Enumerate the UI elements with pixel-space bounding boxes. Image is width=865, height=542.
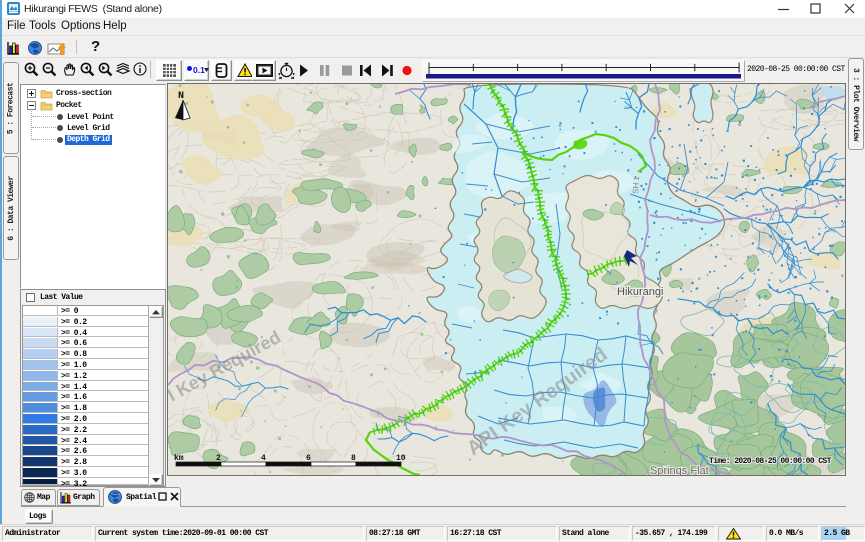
svg-text:SH 1: SH 1	[631, 175, 641, 194]
svg-text:2: 2	[216, 454, 221, 463]
svg-text:Hikurangi: Hikurangi	[617, 286, 663, 298]
svg-text:8: 8	[351, 454, 356, 463]
svg-text:km: km	[174, 454, 184, 463]
svg-text:6: 6	[306, 454, 311, 463]
svg-text:4: 4	[261, 454, 266, 463]
svg-text:Springs Flat: Springs Flat	[650, 465, 709, 475]
svg-text:Time: 2020-08-25 00:00:00 CST: Time: 2020-08-25 00:00:00 CST	[709, 457, 832, 466]
svg-text:10: 10	[396, 454, 406, 463]
